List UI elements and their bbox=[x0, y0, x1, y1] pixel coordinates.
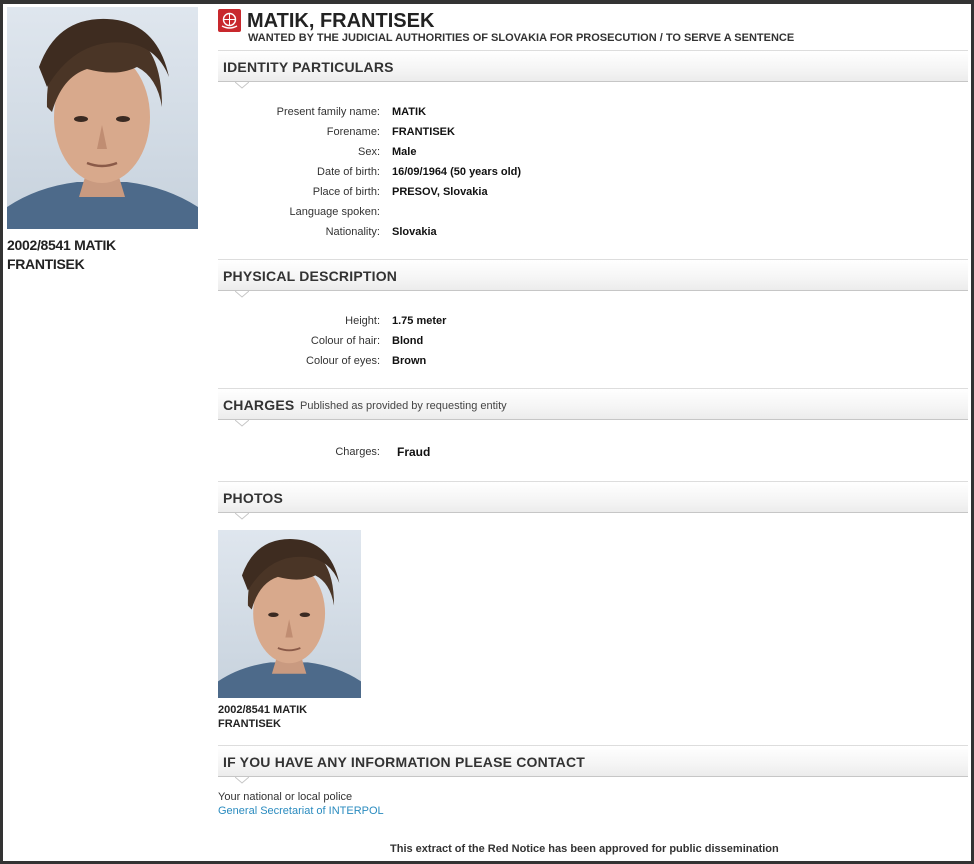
fugitive-name-title: MATIK, FRANTISEK bbox=[247, 10, 435, 32]
row-label: Nationality: bbox=[325, 226, 380, 238]
row-label: Date of birth: bbox=[317, 166, 380, 178]
physical-section-title: PHYSICAL DESCRIPTION bbox=[223, 268, 398, 284]
photos-section-header: PHOTOS bbox=[218, 481, 968, 520]
identity-rows: Present family name: MATIK Forename: FRANT… bbox=[218, 104, 618, 244]
contact-info: Your national or local police General Se… bbox=[218, 790, 384, 818]
physical-row: Colour of eyes: Brown bbox=[218, 353, 618, 373]
thumbnail-photo[interactable] bbox=[218, 530, 361, 698]
identity-row: Language spoken: bbox=[218, 204, 618, 224]
physical-row: Height: 1.75 meter bbox=[218, 313, 618, 333]
interpol-link[interactable]: General Secretariat of INTERPOL bbox=[218, 804, 384, 818]
section-notch-icon bbox=[235, 777, 249, 784]
row-label: Place of birth: bbox=[312, 186, 380, 198]
charges-note: Published as provided by requesting enti… bbox=[300, 400, 507, 412]
row-value: Blond bbox=[392, 335, 424, 347]
physical-row: Colour of hair: Blond bbox=[218, 333, 618, 353]
row-value: Male bbox=[392, 146, 417, 158]
row-label: Present family name: bbox=[276, 106, 380, 118]
physical-section-header: PHYSICAL DESCRIPTION bbox=[218, 259, 968, 298]
section-notch-icon bbox=[235, 420, 249, 427]
interpol-logo-icon bbox=[218, 9, 241, 32]
physical-rows: Height: 1.75 meter Colour of hair: Blond C… bbox=[218, 313, 618, 373]
thumbnail-caption: 2002/8541 MATIK FRANTISEK bbox=[218, 703, 307, 731]
section-notch-icon bbox=[235, 82, 249, 89]
main-photo-caption: 2002/8541 MATIK FRANTISEK bbox=[7, 236, 197, 274]
contact-section-header: IF YOU HAVE ANY INFORMATION PLEASE CONTA… bbox=[218, 745, 968, 784]
row-label: Language spoken: bbox=[289, 206, 380, 218]
section-notch-icon bbox=[235, 291, 249, 298]
row-value: Slovakia bbox=[392, 226, 437, 238]
row-label: Forename: bbox=[326, 126, 380, 138]
charges-label: Charges: bbox=[335, 446, 380, 458]
thumbnail-caption-line2: FRANTISEK bbox=[218, 718, 281, 730]
charges-section-title: CHARGES bbox=[223, 397, 295, 413]
main-photo-caption-line2: FRANTISEK bbox=[7, 256, 85, 272]
dissemination-footer: This extract of the Red Notice has been … bbox=[390, 843, 779, 855]
row-label: Height: bbox=[345, 315, 380, 327]
charges-row: Charges: Fraud bbox=[218, 445, 618, 465]
contact-section-title: IF YOU HAVE ANY INFORMATION PLEASE CONTA… bbox=[223, 754, 586, 770]
main-photo-caption-line1: 2002/8541 MATIK bbox=[7, 237, 116, 253]
row-value: 16/09/1964 (50 years old) bbox=[392, 166, 522, 178]
thumbnail-caption-line1: 2002/8541 MATIK bbox=[218, 704, 308, 716]
identity-section-title: IDENTITY PARTICULARS bbox=[223, 59, 394, 75]
identity-row: Sex: Male bbox=[218, 144, 618, 164]
identity-row: Date of birth: 16/09/1964 (50 years old) bbox=[218, 164, 618, 184]
charges-section-header: CHARGES Published as provided by request… bbox=[218, 388, 968, 427]
row-label: Colour of eyes: bbox=[306, 355, 380, 367]
charges-value: Fraud bbox=[397, 445, 431, 459]
row-value: Brown bbox=[392, 355, 427, 367]
notice-header: MATIK, FRANTISEK WANTED BY THE JUDICIAL … bbox=[218, 9, 968, 49]
row-value: 1.75 meter bbox=[392, 315, 447, 327]
identity-row: Nationality: Slovakia bbox=[218, 224, 618, 244]
row-label: Sex: bbox=[357, 146, 380, 158]
identity-row: Place of birth: PRESOV, Slovakia bbox=[218, 184, 618, 204]
row-value: PRESOV, Slovakia bbox=[392, 186, 488, 198]
main-portrait-photo bbox=[7, 7, 198, 229]
row-value: MATIK bbox=[392, 106, 427, 118]
identity-row: Forename: FRANTISEK bbox=[218, 124, 618, 144]
section-notch-icon bbox=[235, 513, 249, 520]
identity-row: Present family name: MATIK bbox=[218, 104, 618, 124]
identity-section-header: IDENTITY PARTICULARS bbox=[218, 50, 968, 89]
contact-local-police: Your national or local police bbox=[218, 791, 353, 803]
photos-section-title: PHOTOS bbox=[223, 490, 284, 506]
row-label: Colour of hair: bbox=[310, 335, 380, 347]
notice-subtitle: WANTED BY THE JUDICIAL AUTHORITIES OF SL… bbox=[248, 32, 795, 44]
row-value: FRANTISEK bbox=[392, 126, 455, 138]
